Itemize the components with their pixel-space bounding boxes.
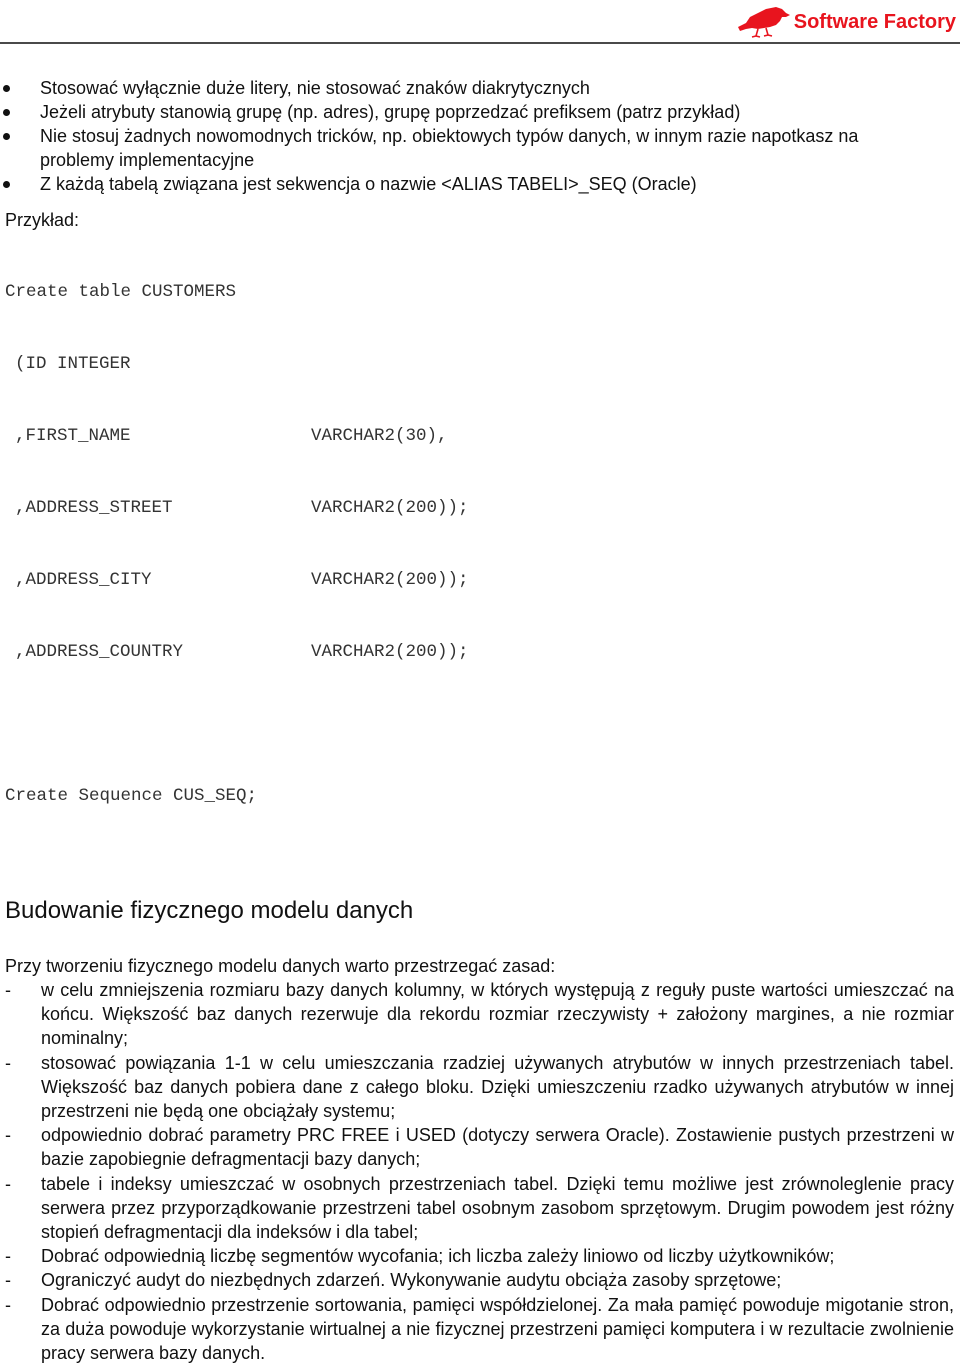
brand-name: Software Factory <box>793 10 956 33</box>
dash-bullet: - <box>5 980 11 1000</box>
code-line: (ID INTEGER <box>5 352 960 376</box>
dash-bullet: - <box>5 1294 11 1315</box>
list-item: - tabele i indeksy umieszczać w osobnych … <box>0 1172 960 1245</box>
sql-code-block: Create table CUSTOMERS (ID INTEGER ,FIRS… <box>0 232 960 856</box>
column-name: ,ADDRESS_STREET <box>15 498 173 518</box>
list-item-text: tabele i indeksy umieszczać w osobnych p… <box>41 1173 954 1243</box>
column-type: VARCHAR2(200)); <box>311 642 469 662</box>
document-body: Stosować wyłącznie duże litery, nie stos… <box>0 76 960 1365</box>
list-item-text: Jeżeli atrybuty stanowią grupę (np. adre… <box>40 102 741 122</box>
list-item-text: Ograniczyć audyt do niezbędnych zdarzeń.… <box>41 1270 782 1291</box>
list-item: - Dobrać odpowiednią liczbę segmentów wyc… <box>0 1244 960 1268</box>
page-header: Software Factory <box>0 0 960 46</box>
column-type: VARCHAR2(200)); <box>311 498 469 518</box>
code-line: Create Sequence CUS_SEQ; <box>5 786 258 806</box>
list-item: - w celu zmniejszenia rozmiaru bazy danyc… <box>0 978 960 1051</box>
dash-bullet: - <box>5 1125 11 1146</box>
header-divider <box>0 42 960 44</box>
example-label: Przykład: <box>5 210 80 230</box>
column-name: ,ADDRESS_COUNTRY <box>15 642 184 662</box>
code-line: ,ADDRESS_CITY VARCHAR2(200)); <box>5 568 960 592</box>
physical-model-rules-list: - w celu zmniejszenia rozmiaru bazy danyc… <box>0 978 960 1365</box>
bullet-icon <box>3 181 10 188</box>
code-line: ,ADDRESS_STREET VARCHAR2(200)); <box>5 496 960 520</box>
list-item: - Dobrać odpowiednio przestrzenie sortowa… <box>0 1293 960 1365</box>
bullet-icon <box>3 85 10 92</box>
list-item-text: odpowiednio dobrać parametry PRC FREE i … <box>41 1125 954 1170</box>
list-item-text: Nie stosuj żadnych nowomodnych tricków, … <box>40 126 859 170</box>
dash-bullet: - <box>5 1246 11 1267</box>
code-line: ,ADDRESS_COUNTRY VARCHAR2(200)); <box>5 640 960 664</box>
naming-rules-list: Stosować wyłącznie duże litery, nie stos… <box>0 76 960 196</box>
dash-bullet: - <box>5 1052 11 1073</box>
bullet-icon <box>3 109 10 116</box>
dash-bullet: - <box>5 1270 11 1291</box>
list-item-text: Dobrać odpowiednio przestrzenie sortowan… <box>41 1294 954 1364</box>
list-item: - Ograniczyć audyt do niezbędnych zdarzeń… <box>0 1268 960 1292</box>
section-heading: Budowanie fizycznego modelu danych <box>5 897 414 924</box>
code-line: ,FIRST_NAME VARCHAR2(30), <box>5 424 960 448</box>
list-item-text: stosować powiązania 1-1 w celu umieszcza… <box>41 1052 954 1122</box>
section-intro: Przy tworzeniu fizycznego modelu danych … <box>5 956 556 976</box>
list-item: Jeżeli atrybuty stanowią grupę (np. adre… <box>0 100 960 124</box>
column-name: ,ADDRESS_CITY <box>15 570 152 590</box>
list-item: - odpowiednio dobrać parametry PRC FREE i… <box>0 1123 960 1171</box>
list-item: Stosować wyłącznie duże litery, nie stos… <box>0 76 960 100</box>
list-item-text: Stosować wyłącznie duże litery, nie stos… <box>40 78 590 98</box>
list-item-text: Z każdą tabelą związana jest sekwencja o… <box>40 174 697 194</box>
list-item-text: Dobrać odpowiednią liczbę segmentów wyco… <box>41 1246 835 1267</box>
bullet-icon <box>3 133 10 140</box>
column-name: ,FIRST_NAME <box>15 426 131 446</box>
column-type: VARCHAR2(200)); <box>311 570 469 590</box>
column-type: VARCHAR2(30), <box>311 426 448 446</box>
code-line: Create table CUSTOMERS <box>5 282 237 302</box>
dash-bullet: - <box>5 1173 11 1194</box>
list-item: - stosować powiązania 1-1 w celu umieszcz… <box>0 1051 960 1124</box>
list-item: Nie stosuj żadnych nowomodnych tricków, … <box>0 124 960 172</box>
brand-logo: Software Factory <box>736 4 956 40</box>
red-bird-logo-icon <box>737 7 790 38</box>
list-item: Z każdą tabelą związana jest sekwencja o… <box>0 172 960 196</box>
list-item-text: w celu zmniejszenia rozmiaru bazy danych… <box>41 980 954 1049</box>
column-name: (ID INTEGER <box>15 354 131 374</box>
